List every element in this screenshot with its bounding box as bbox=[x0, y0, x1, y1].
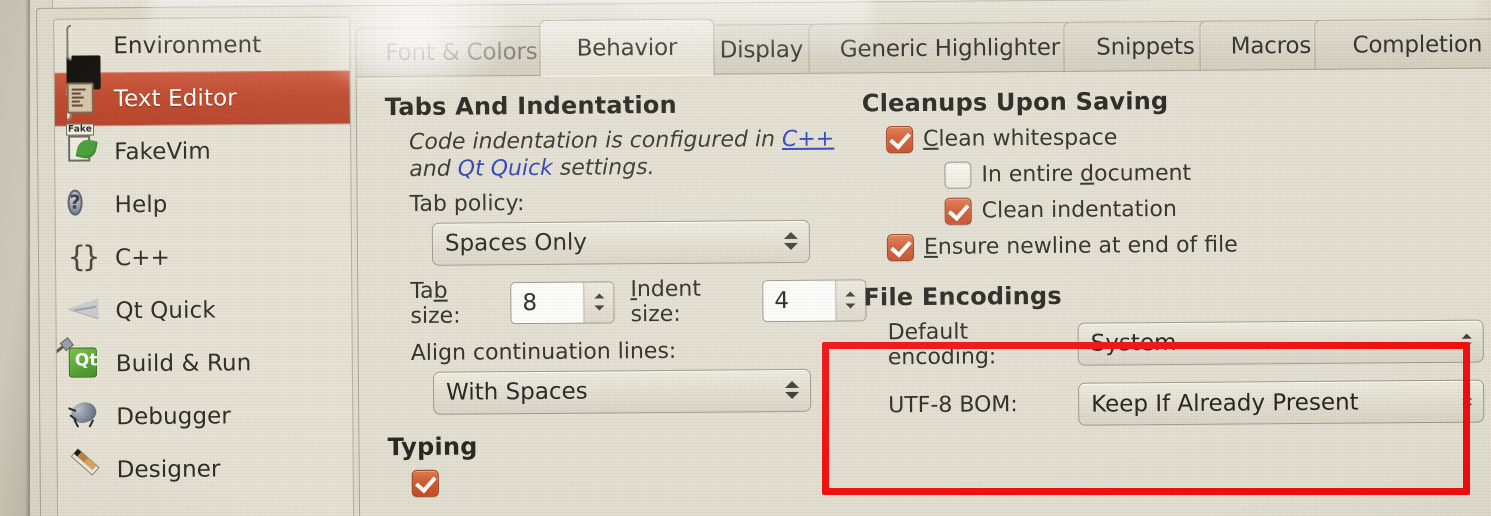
cleanups-heading: Cleanups Upon Saving bbox=[861, 87, 1169, 118]
clean-indentation-label: Clean indentation bbox=[981, 196, 1177, 224]
left-column: Tabs And Indentation Code indentation is… bbox=[384, 89, 868, 497]
fakevim-icon: Fake bbox=[65, 122, 101, 169]
tabs-indentation-group: Code indentation is configured in C++ an… bbox=[385, 126, 867, 415]
typing-checkbox[interactable] bbox=[411, 469, 439, 497]
indentation-note-suffix: settings. bbox=[552, 154, 655, 181]
tab-size-value: 8 bbox=[511, 282, 584, 323]
checkbox-row-clean-indentation[interactable]: Clean indentation bbox=[944, 194, 1483, 225]
sidebar-item-fakevim[interactable]: Fake FakeVim bbox=[55, 122, 350, 178]
tab-behavior[interactable]: Behavior bbox=[539, 18, 715, 77]
sidebar-item-label: Text Editor bbox=[113, 84, 237, 112]
qt-quick-settings-link[interactable]: Qt Quick bbox=[458, 156, 553, 182]
tab-label: Completion bbox=[1352, 31, 1483, 59]
screen-bezel-left bbox=[0, 0, 30, 516]
screenshot-photo: Environment Text Editor Fake FakeVim ? H… bbox=[0, 0, 1491, 516]
sidebar-item-label: Build & Run bbox=[115, 349, 252, 377]
tab-size-stepper-icon[interactable] bbox=[583, 282, 614, 323]
in-entire-document-checkbox[interactable] bbox=[944, 161, 972, 189]
indentation-note-middle: and bbox=[409, 156, 458, 182]
sidebar-item-label: Designer bbox=[116, 455, 221, 483]
sidebar-item-cpp[interactable]: {} C++ bbox=[56, 229, 351, 284]
tab-label: Snippets bbox=[1096, 33, 1195, 61]
indent-size-spinbox[interactable]: 4 bbox=[762, 279, 867, 322]
tab-label: Macros bbox=[1230, 32, 1312, 60]
indent-size-value: 4 bbox=[763, 280, 836, 321]
sidebar-item-help[interactable]: ? Help bbox=[55, 176, 350, 231]
cpp-settings-link[interactable]: C++ bbox=[782, 127, 834, 152]
checkbox-row-clean-whitespace[interactable]: Clean whitespace bbox=[886, 122, 1482, 154]
ensure-newline-label: Ensure newline at end of file bbox=[923, 232, 1238, 260]
build-run-icon: Qt bbox=[54, 340, 103, 381]
tab-policy-value: Spaces Only bbox=[444, 229, 588, 257]
combo-arrows-icon bbox=[783, 232, 798, 251]
tab-completion[interactable]: Completion bbox=[1314, 18, 1491, 71]
designer-icon bbox=[70, 447, 104, 487]
tab-generic-highlighter[interactable]: Generic Highlighter bbox=[808, 21, 1092, 75]
tab-label: Display bbox=[719, 36, 804, 64]
sidebar-item-build-and-run[interactable]: Qt Build & Run bbox=[54, 335, 352, 390]
clean-whitespace-label: Clean whitespace bbox=[923, 125, 1118, 152]
tab-policy-combobox[interactable]: Spaces Only bbox=[431, 219, 811, 266]
tab-size-row: Tab size: 8 Indent size: 4 bbox=[410, 275, 867, 329]
indent-size-label: Indent size: bbox=[630, 276, 702, 327]
sidebar-item-designer[interactable]: Designer bbox=[57, 441, 352, 496]
clean-whitespace-checkbox[interactable] bbox=[886, 126, 914, 154]
typing-heading: Typing bbox=[387, 432, 478, 461]
sidebar-item-label: FakeVim bbox=[114, 138, 211, 165]
sidebar-item-debugger[interactable]: Debugger bbox=[57, 388, 352, 443]
sidebar-item-environment[interactable]: Environment bbox=[54, 17, 349, 121]
in-entire-document-label: In entire document bbox=[981, 160, 1192, 188]
braces-icon: {} bbox=[67, 238, 98, 274]
checkbox-row-in-entire-document[interactable]: In entire document bbox=[944, 158, 1482, 189]
help-icon: ? bbox=[67, 188, 101, 222]
sidebar-item-qt-quick[interactable]: Qt Quick bbox=[56, 282, 351, 337]
tab-label: Font & Colors bbox=[385, 38, 538, 67]
qt-quick-icon bbox=[68, 294, 102, 328]
settings-tabbar[interactable]: Font & Colors Behavior Display Generic H… bbox=[355, 14, 1491, 79]
combo-arrows-icon bbox=[785, 381, 800, 400]
options-category-list[interactable]: Environment Text Editor Fake FakeVim ? H… bbox=[53, 16, 355, 516]
sidebar-item-label: Qt Quick bbox=[115, 296, 216, 324]
cleanups-group: Clean whitespace In entire document Clea… bbox=[862, 122, 1483, 262]
text-editor-icon bbox=[66, 81, 101, 116]
align-continuation-label: Align continuation lines: bbox=[410, 338, 677, 366]
sidebar-item-label: Debugger bbox=[116, 402, 232, 430]
align-continuation-value: With Spaces bbox=[445, 378, 588, 406]
indentation-note-prefix: Code indentation is configured in bbox=[409, 127, 783, 155]
tab-size-label: Tab size: bbox=[410, 278, 461, 329]
bug-icon bbox=[68, 399, 103, 434]
tab-label: Behavior bbox=[576, 34, 678, 62]
clean-indentation-checkbox[interactable] bbox=[944, 197, 972, 225]
align-continuation-combobox[interactable]: With Spaces bbox=[432, 368, 812, 415]
indent-size-stepper-icon[interactable] bbox=[835, 280, 866, 321]
sidebar-item-label: Environment bbox=[113, 31, 262, 59]
tab-policy-label: Tab policy: bbox=[409, 190, 525, 217]
tab-label: Generic Highlighter bbox=[839, 34, 1061, 63]
typing-first-checkbox-row[interactable] bbox=[411, 466, 868, 497]
file-encodings-heading: File Encodings bbox=[863, 281, 1062, 312]
sidebar-item-label: Help bbox=[114, 191, 168, 218]
checkbox-row-ensure-newline[interactable]: Ensure newline at end of file bbox=[886, 230, 1483, 262]
typing-group bbox=[388, 466, 868, 497]
tab-size-spinbox[interactable]: 8 bbox=[510, 281, 615, 324]
ensure-newline-checkbox[interactable] bbox=[886, 234, 915, 262]
tab-font-and-colors[interactable]: Font & Colors bbox=[355, 25, 568, 79]
indentation-note: Code indentation is configured in C++ an… bbox=[409, 126, 865, 183]
sidebar-item-label: C++ bbox=[114, 244, 171, 271]
tabs-indentation-heading: Tabs And Indentation bbox=[384, 90, 677, 122]
file-encodings-annotation-box bbox=[822, 342, 1470, 495]
environment-icon bbox=[66, 24, 101, 121]
